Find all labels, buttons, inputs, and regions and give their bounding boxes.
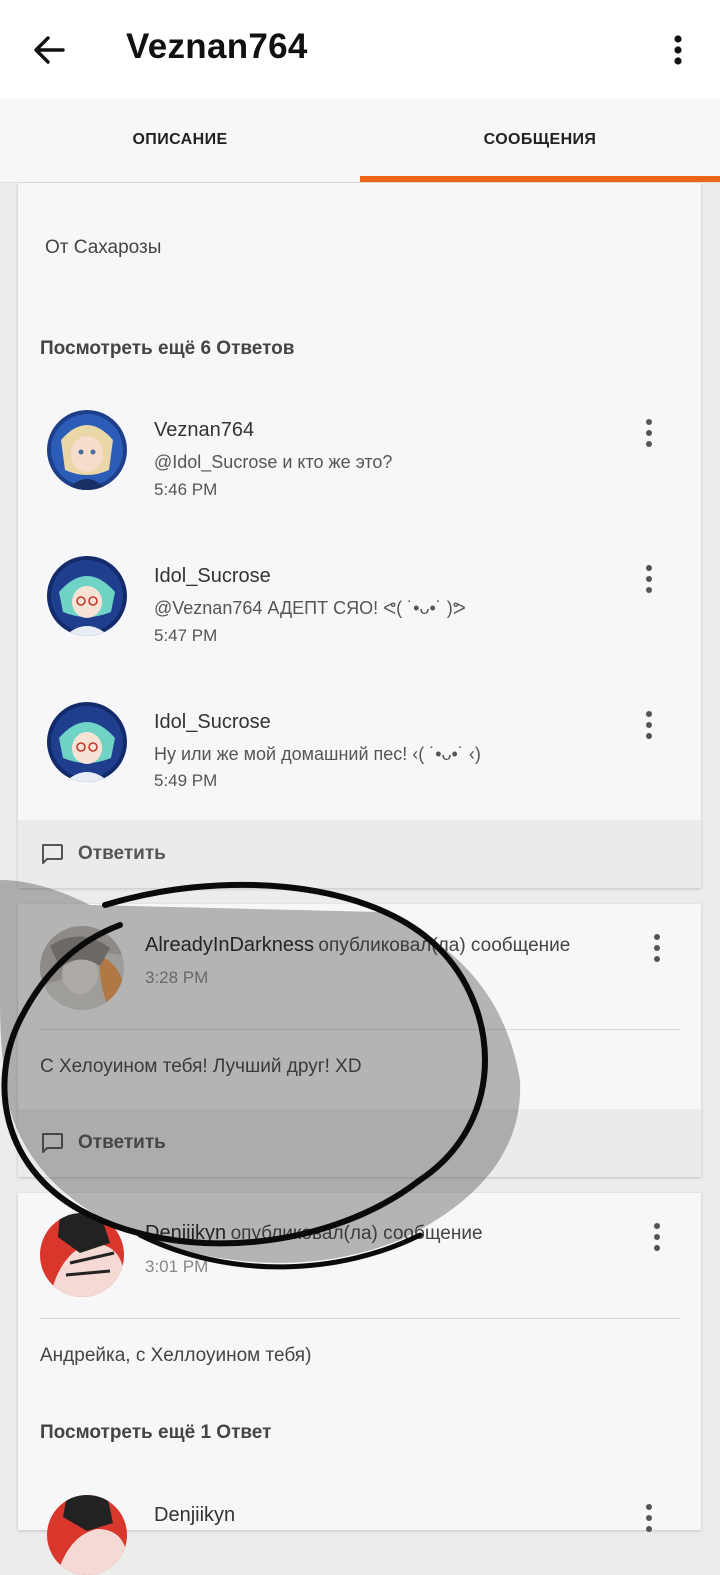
view-more-replies-link[interactable]: Посмотреть ещё 1 Ответ (40, 1422, 271, 1444)
reply-label: Ответить (78, 1132, 166, 1153)
more-options-icon[interactable] (637, 559, 661, 599)
reply-time: 5:49 PM (154, 771, 218, 790)
post-header: AlreadyInDarkness опубликовал(ла) сообще… (145, 934, 570, 957)
page-title: Veznan764 (126, 27, 308, 66)
post-username[interactable]: AlreadyInDarkness (145, 934, 314, 956)
post-card: AlreadyInDarkness опубликовал(ла) сообще… (18, 904, 701, 1177)
reply-time: 5:46 PM (154, 480, 218, 499)
post-text: Андрейка, с Хеллоуином тебя) (40, 1345, 312, 1366)
post-text: От Сахарозы (45, 237, 162, 258)
reply-username[interactable]: Idol_Sucrose (154, 711, 271, 734)
post-action: опубликовал(ла) сообщение (230, 1223, 483, 1244)
comment-icon (42, 1133, 63, 1153)
reply-username[interactable]: Idol_Sucrose (154, 565, 271, 588)
avatar[interactable] (47, 410, 127, 490)
tab-messages[interactable]: СООБЩЕНИЯ (360, 98, 720, 182)
more-options-icon[interactable] (637, 1498, 661, 1538)
avatar[interactable] (47, 1495, 127, 1575)
divider (40, 1029, 680, 1030)
divider (40, 1318, 680, 1319)
more-options-icon[interactable] (645, 1217, 669, 1257)
reply-button[interactable]: Ответить (18, 1109, 701, 1177)
reply-text: @Idol_Sucrose и кто же это? (154, 452, 393, 472)
reply-time: 5:47 PM (154, 626, 218, 645)
avatar[interactable] (47, 702, 127, 782)
avatar[interactable] (40, 1213, 124, 1297)
active-tab-indicator (360, 176, 720, 182)
tab-bar: ОПИСАНИЕ СООБЩЕНИЯ (0, 98, 720, 183)
reply-text: @Veznan764 АДЕПТ СЯО! ᕙ( ˙•ᴗ•˙ )ᕗ (154, 598, 466, 618)
comment-icon (42, 844, 63, 864)
post-username[interactable]: Denjiikyn (145, 1222, 226, 1244)
tab-description[interactable]: ОПИСАНИЕ (0, 98, 360, 182)
back-arrow-icon[interactable] (24, 26, 74, 74)
post-time: 3:01 PM (145, 1257, 209, 1276)
post-text: С Хелоуином тебя! Лучший друг! XD (40, 1056, 362, 1077)
more-options-icon[interactable] (637, 705, 661, 745)
post-card: Denjiikyn опубликовал(ла) сообщение 3:01… (18, 1193, 701, 1575)
reply-username[interactable]: Denjiikyn (154, 1504, 235, 1527)
reply-button[interactable]: Ответить (18, 820, 701, 888)
reply-label: Ответить (78, 843, 166, 864)
avatar[interactable] (47, 556, 127, 636)
overflow-menu-icon[interactable] (658, 26, 698, 74)
message-thread-card: От Сахарозы Посмотреть ещё 6 Ответов Vez… (18, 183, 701, 888)
view-more-replies-link[interactable]: Посмотреть ещё 6 Ответов (40, 338, 294, 360)
reply-username[interactable]: Veznan764 (154, 419, 254, 442)
avatar[interactable] (40, 926, 124, 1010)
post-time: 3:28 PM (145, 968, 209, 987)
more-options-icon[interactable] (645, 928, 669, 968)
reply-text: Ну или же мой домашний пес! ‹( ˙•ᴗ•˙ ‹) (154, 744, 481, 764)
post-action: опубликовал(ла) сообщение (318, 935, 571, 956)
app-bar: Veznan764 (0, 0, 720, 98)
post-header: Denjiikyn опубликовал(ла) сообщение (145, 1222, 483, 1245)
more-options-icon[interactable] (637, 413, 661, 453)
